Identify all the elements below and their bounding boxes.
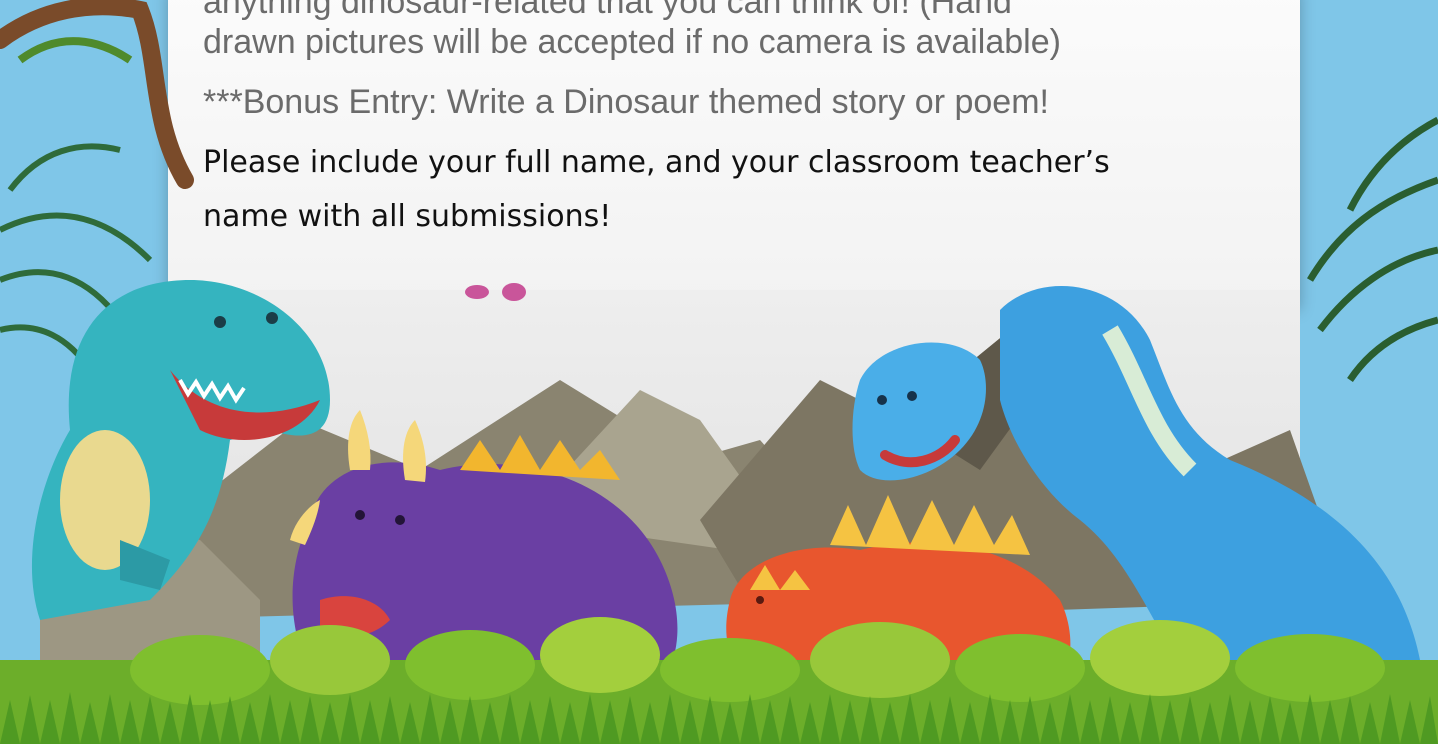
submission-note-line-2: name with all submissions! [203,199,612,234]
submission-note-line-1: Please include your full name, and your … [203,145,1110,180]
branch [0,0,194,189]
flyer-scene: anything dinosaur-related that you can t… [0,0,1438,744]
bonus-entry-text: ***Bonus Entry: Write a Dinosaur themed … [203,83,1049,121]
instructions-line-2: drawn pictures will be accepted if no ca… [203,23,1061,61]
document-text: anything dinosaur-related that you can t… [203,0,1293,244]
submission-note: Please include your full name, and your … [203,136,1293,244]
instructions-line-1: anything dinosaur-related that you can t… [203,0,1012,21]
palm-leaves-right [1306,116,1438,382]
footprints [465,283,526,301]
